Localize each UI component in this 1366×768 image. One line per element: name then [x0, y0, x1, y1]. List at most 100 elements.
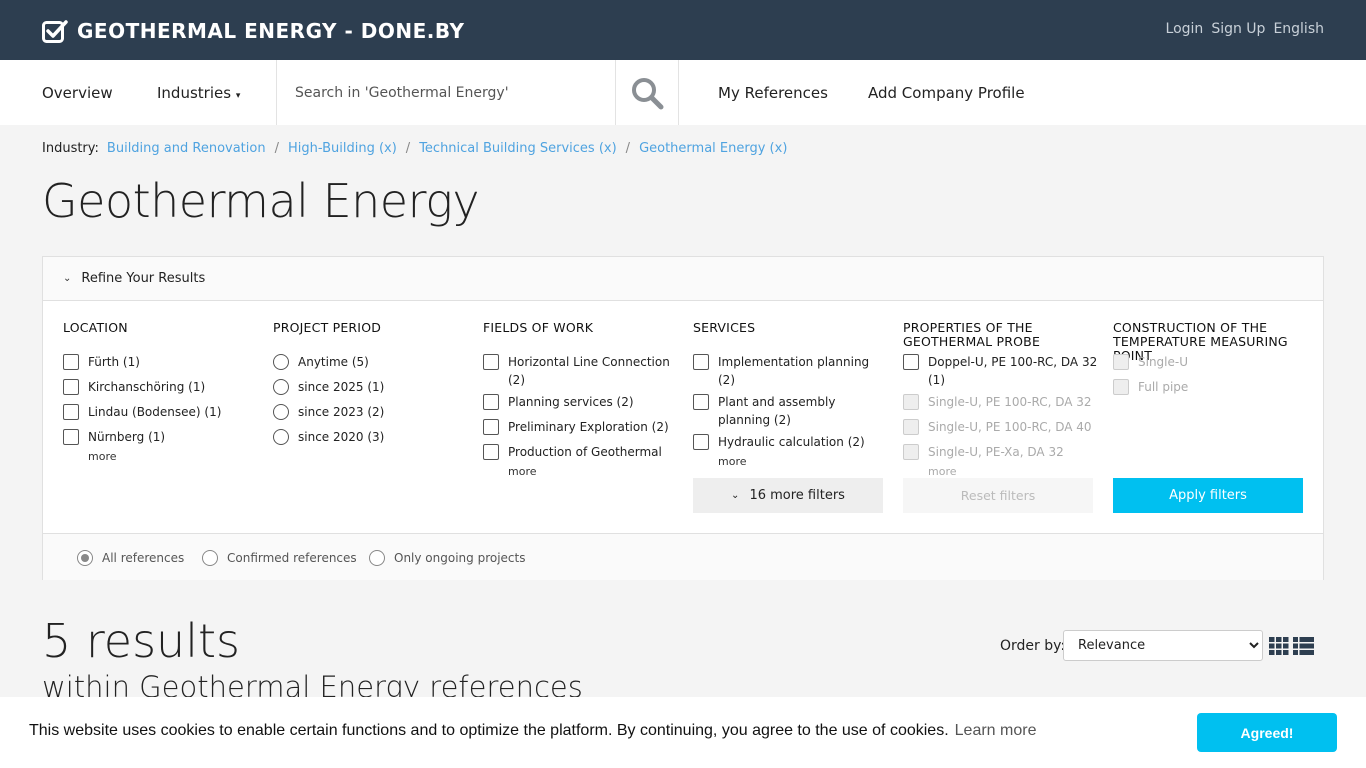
scope-label: Only ongoing projects [394, 551, 526, 565]
filter-option[interactable]: Production of Geothermal [483, 443, 683, 464]
radio-selected[interactable] [77, 550, 93, 566]
option-label: Anytime (5) [298, 355, 369, 369]
breadcrumb-item[interactable]: High-Building (x) [288, 141, 397, 156]
filter-option[interactable]: Doppel-U, PE 100-RC, DA 32 (1) [903, 353, 1103, 389]
filter-temperature-point: CONSTRUCTION OF THE TEMPERATURE MEASURIN… [1113, 321, 1313, 399]
radio[interactable] [273, 429, 289, 445]
filter-option[interactable]: Planning services (2) [483, 393, 683, 414]
option-label: Nürnberg (1) [88, 430, 166, 444]
filter-title: LOCATION [63, 320, 128, 335]
option-label: Fürth (1) [88, 355, 140, 369]
checkbox[interactable] [693, 354, 709, 370]
checkbox [1113, 379, 1129, 395]
option-label: Planning services (2) [508, 395, 634, 409]
radio[interactable] [202, 550, 218, 566]
checkbox[interactable] [483, 394, 499, 410]
checkbox [903, 444, 919, 460]
radio[interactable] [369, 550, 385, 566]
checkbox[interactable] [693, 434, 709, 450]
signup-link[interactable]: Sign Up [1211, 21, 1265, 37]
radio[interactable] [273, 404, 289, 420]
option-label: Horizontal Line Connection (2) [508, 355, 670, 387]
filter-option[interactable]: Hydraulic calculation (2) [693, 433, 883, 454]
order-select[interactable]: Relevance [1063, 630, 1263, 661]
more-link[interactable]: more [508, 465, 683, 478]
checkbox[interactable] [63, 404, 79, 420]
reset-filters-button[interactable]: Reset filters [903, 478, 1093, 513]
checkbox-check-icon [42, 20, 68, 43]
more-link[interactable]: more [718, 455, 883, 468]
scope-all[interactable]: All references [77, 550, 184, 566]
filter-option[interactable]: Lindau (Bodensee) (1) [63, 403, 263, 424]
nav-my-references[interactable]: My References [718, 84, 828, 102]
nav-divider [678, 60, 679, 125]
more-link[interactable]: more [88, 450, 263, 463]
nav-add-company[interactable]: Add Company Profile [868, 84, 1025, 102]
results-count: 5 results [42, 614, 240, 668]
filter-option[interactable]: since 2020 (3) [273, 428, 473, 449]
filter-title: CONSTRUCTION OF THE TEMPERATURE MEASURIN… [1113, 320, 1288, 363]
radio[interactable] [273, 379, 289, 395]
checkbox[interactable] [693, 394, 709, 410]
login-link[interactable]: Login [1166, 21, 1204, 37]
filter-option[interactable]: Implementation planning (2) [693, 353, 883, 389]
caret-down-icon: ▾ [235, 91, 241, 101]
option-label: Full pipe [1138, 380, 1189, 394]
nav-industries[interactable]: Industries ▾ [157, 84, 240, 102]
breadcrumb-item[interactable]: Geothermal Energy (x) [639, 141, 787, 156]
search-input[interactable] [277, 60, 615, 125]
grid-view-icon[interactable] [1269, 637, 1289, 655]
scope-ongoing[interactable]: Only ongoing projects [369, 550, 525, 566]
filter-option[interactable]: Anytime (5) [273, 353, 473, 374]
brand-logo[interactable]: GEOTHERMAL ENERGY - DONE.BY [42, 18, 465, 44]
refine-toggle[interactable]: ⌄ Refine Your Results [43, 257, 1323, 301]
checkbox[interactable] [63, 379, 79, 395]
more-link[interactable]: more [928, 465, 1103, 478]
top-bar: GEOTHERMAL ENERGY - DONE.BY Login Sign U… [0, 0, 1366, 60]
filter-option: Single-U, PE 100-RC, DA 32 [903, 393, 1103, 414]
filter-option[interactable]: Preliminary Exploration (2) [483, 418, 683, 439]
filter-option[interactable]: since 2023 (2) [273, 403, 473, 424]
option-label: Kirchanschöring (1) [88, 380, 206, 394]
language-link[interactable]: English [1273, 21, 1324, 37]
cookie-accept-button[interactable]: Agreed! [1197, 713, 1337, 752]
checkbox[interactable] [63, 429, 79, 445]
breadcrumb-separator: / [405, 141, 411, 156]
breadcrumb-item[interactable]: Building and Renovation [107, 141, 266, 156]
radio[interactable] [273, 354, 289, 370]
checkbox[interactable] [483, 419, 499, 435]
filter-option[interactable]: Nürnberg (1) [63, 428, 263, 449]
checkbox [903, 394, 919, 410]
breadcrumb: Industry: Building and Renovation / High… [42, 141, 787, 156]
option-label: Single-U, PE 100-RC, DA 40 [928, 420, 1092, 434]
learn-more-link[interactable]: Learn more [955, 722, 1037, 739]
filter-option[interactable]: Kirchanschöring (1) [63, 378, 263, 399]
checkbox[interactable] [903, 354, 919, 370]
search-button[interactable] [616, 60, 678, 125]
breadcrumb-item[interactable]: Technical Building Services (x) [419, 141, 616, 156]
main-nav: Overview Industries ▾ My References Add … [0, 60, 1366, 125]
search-icon [632, 77, 664, 109]
scope-confirmed[interactable]: Confirmed references [202, 550, 357, 566]
filter-probe-properties: PROPERTIES OF THE GEOTHERMAL PROBE Doppe… [903, 321, 1103, 478]
chevron-down-icon: ⌄ [731, 490, 740, 501]
scope-label: All references [102, 551, 185, 565]
page-title: Geothermal Energy [42, 174, 480, 228]
apply-filters-button[interactable]: Apply filters [1113, 478, 1303, 513]
list-view-icon[interactable] [1293, 637, 1314, 655]
filter-option[interactable]: since 2025 (1) [273, 378, 473, 399]
order-label: Order by: [1000, 638, 1066, 654]
filter-option[interactable]: Fürth (1) [63, 353, 263, 374]
filter-option[interactable]: Plant and assembly planning (2) [693, 393, 883, 429]
nav-industries-label: Industries [157, 84, 232, 102]
filter-option: Full pipe [1113, 378, 1313, 399]
nav-overview[interactable]: Overview [42, 84, 113, 102]
checkbox [903, 419, 919, 435]
checkbox [1113, 354, 1129, 370]
checkbox[interactable] [483, 354, 499, 370]
checkbox[interactable] [63, 354, 79, 370]
checkbox[interactable] [483, 444, 499, 460]
filter-period: PROJECT PERIOD Anytime (5) since 2025 (1… [273, 321, 473, 449]
filter-option[interactable]: Horizontal Line Connection (2) [483, 353, 683, 389]
more-filters-button[interactable]: ⌄ 16 more filters [693, 478, 883, 513]
